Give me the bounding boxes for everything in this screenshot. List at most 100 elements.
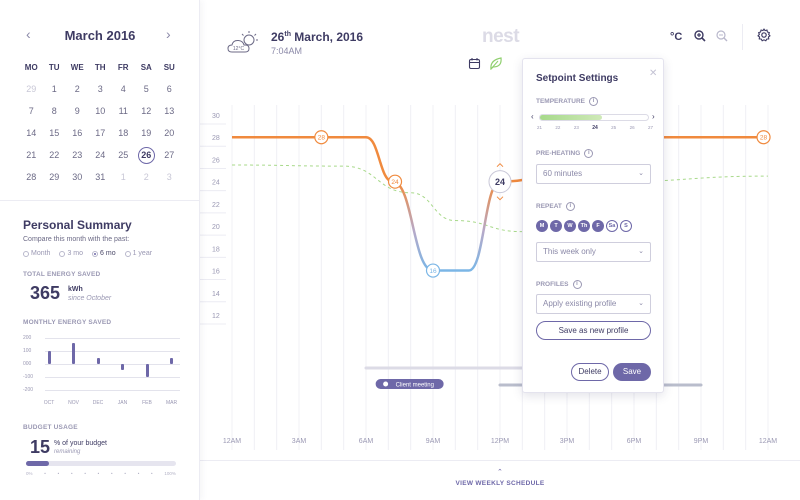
repeat-day-w[interactable]: W — [564, 220, 576, 232]
zoom-in-icon[interactable] — [694, 30, 706, 42]
calendar-day[interactable]: 17 — [89, 122, 112, 144]
info-icon[interactable]: i — [589, 97, 598, 106]
y-axis-tick: 18 — [212, 246, 220, 253]
x-axis-tick: 6PM — [627, 438, 642, 445]
calendar-day[interactable]: 7 — [20, 100, 43, 122]
calendar-day[interactable]: 11 — [112, 100, 135, 122]
close-icon[interactable]: ✕ — [649, 68, 657, 79]
monthly-y-tick: 200 — [23, 335, 32, 341]
period-radio-3-mo[interactable]: 3 mo — [59, 250, 83, 257]
calendar-day[interactable]: 2 — [66, 78, 89, 100]
calendar-day[interactable]: 3 — [89, 78, 112, 100]
nest-logo: nest — [482, 26, 520, 47]
chevron-left-icon[interactable]: ‹ — [531, 112, 534, 121]
calendar-day[interactable]: 2 — [135, 166, 158, 188]
profiles-select[interactable]: Apply existing profile ⌄ — [536, 294, 651, 314]
save-button[interactable]: Save — [613, 363, 651, 381]
calendar-day[interactable]: 14 — [20, 122, 43, 144]
calendar-day-number: 23 — [72, 150, 83, 160]
calendar-day[interactable]: 13 — [158, 100, 181, 122]
calendar-day[interactable]: 18 — [112, 122, 135, 144]
chevron-right-icon[interactable]: › — [166, 26, 171, 42]
unit-toggle[interactable]: °C — [670, 31, 682, 43]
profiles-value: Apply existing profile — [543, 299, 617, 308]
chevron-up-icon[interactable]: ⌃ — [497, 468, 503, 476]
period-radio-6-mo[interactable]: 6 mo — [92, 250, 116, 257]
calendar-day[interactable]: 20 — [158, 122, 181, 144]
calendar-day[interactable]: 12 — [135, 100, 158, 122]
calendar-day[interactable]: 1 — [112, 166, 135, 188]
temperature-slider[interactable] — [539, 114, 649, 121]
budget-tick: • — [84, 471, 86, 476]
calendar-day-number: 15 — [49, 128, 60, 138]
chevron-right-icon[interactable]: › — [652, 112, 655, 121]
chat-icon — [383, 381, 389, 387]
calendar-day-number: 18 — [118, 128, 129, 138]
info-icon[interactable]: i — [584, 149, 594, 158]
calendar-day[interactable]: 15 — [43, 122, 66, 144]
period-radio-group: Month 3 mo 6 mo 1 year — [23, 250, 152, 257]
temperature-tick: 25 — [611, 125, 617, 130]
leaf-icon[interactable] — [489, 57, 503, 70]
delete-button[interactable]: Delete — [571, 363, 609, 381]
calendar-day[interactable]: 27 — [158, 144, 181, 166]
calendar-day[interactable]: 6 — [158, 78, 181, 100]
calendar-day[interactable]: 3 — [158, 166, 181, 188]
gear-icon[interactable] — [757, 28, 771, 42]
calendar-day[interactable]: 25 — [112, 144, 135, 166]
calendar-day[interactable]: 30 — [66, 166, 89, 188]
calendar-day-number: 21 — [26, 150, 37, 160]
period-radio-month[interactable]: Month — [23, 250, 50, 257]
save-new-profile-button[interactable]: Save as new profile — [536, 321, 651, 340]
calendar-day[interactable]: 5 — [135, 78, 158, 100]
repeat-day-f[interactable]: F — [592, 220, 604, 232]
calendar-day[interactable]: 1 — [43, 78, 66, 100]
repeat-days: M T W Th F Sa S — [536, 220, 632, 232]
calendar-day[interactable]: 22 — [43, 144, 66, 166]
monthly-gridline — [45, 338, 180, 339]
calendar-day[interactable]: 19 — [135, 122, 158, 144]
calendar-header: ‹ March 2016 › — [0, 24, 200, 46]
series-line-solid — [231, 135, 394, 183]
repeat-day-sa[interactable]: Sa — [606, 220, 618, 232]
period-radio-1-year[interactable]: 1 year — [124, 250, 152, 257]
monthly-x-label: MAR — [165, 400, 178, 406]
info-icon[interactable]: i — [572, 280, 582, 289]
repeat-day-th[interactable]: Th — [578, 220, 590, 232]
header-separator — [742, 24, 743, 50]
calendar-day[interactable]: 29 — [20, 78, 43, 100]
calendar-day[interactable]: 21 — [20, 144, 43, 166]
budget-tick: • — [151, 471, 153, 476]
info-icon[interactable]: i — [565, 202, 575, 211]
calendar-day[interactable]: 16 — [66, 122, 89, 144]
x-axis-tick: 12AM — [759, 438, 777, 445]
calendar-day[interactable]: 8 — [43, 100, 66, 122]
calendar-day[interactable]: 9 — [66, 100, 89, 122]
view-weekly-schedule-link[interactable]: VIEW WEEKLY SCHEDULE — [200, 480, 800, 487]
temperature-chart[interactable]: 30 28 26 24 22 20 18 16 14 12 12AM 3AM 6AM 9AM 12PM 3PM… — [200, 95, 800, 460]
setpoint-label: 28 — [318, 135, 326, 142]
repeat-select[interactable]: This week only ⌄ — [536, 242, 651, 262]
x-axis-tick: 9AM — [426, 438, 441, 445]
calendar-day[interactable]: 29 — [43, 166, 66, 188]
calendar-day[interactable]: 23 — [66, 144, 89, 166]
weekday-label: SU — [163, 63, 175, 72]
repeat-day-t[interactable]: T — [550, 220, 562, 232]
calendar-day-number: 2 — [74, 84, 80, 94]
calendar-day[interactable]: 24 — [89, 144, 112, 166]
calendar-day[interactable]: 28 — [20, 166, 43, 188]
budget-text: % of your budget — [54, 440, 107, 447]
calendar-day[interactable]: 31 — [89, 166, 112, 188]
monthly-energy-chart: 200 100 000 -100 -200 OCT NOV DEC JAN FEB MAR — [23, 332, 183, 412]
preheating-select[interactable]: 60 minutes ⌄ — [536, 164, 651, 184]
repeat-day-s[interactable]: S — [620, 220, 632, 232]
calendar-icon[interactable] — [468, 57, 481, 70]
calendar-day[interactable]: 10 — [89, 100, 112, 122]
repeat-day-m[interactable]: M — [536, 220, 548, 232]
calendar-day[interactable]: 4 — [112, 78, 135, 100]
calendar-day-number: 29 — [26, 84, 37, 94]
calendar-day-selected[interactable]: 26 — [135, 144, 158, 166]
radio-label: 6 mo — [100, 250, 116, 257]
setpoint-settings-popover: Setpoint Settings ✕ TEMPERATURE i ‹ › 21… — [522, 58, 664, 393]
zoom-out-icon[interactable] — [716, 30, 728, 42]
